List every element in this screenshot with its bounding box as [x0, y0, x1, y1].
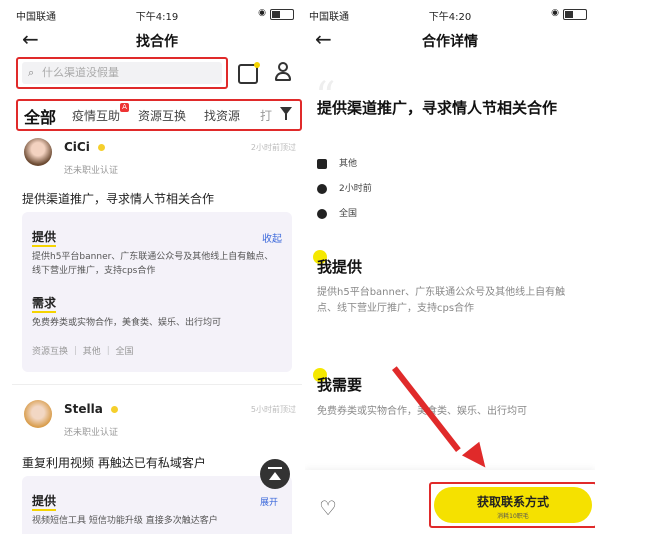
provide-text: 提供h5平台banner、广东联通公众号及其他线上自有触点、线下营业厅推广，支持…	[32, 252, 274, 276]
card-title[interactable]: 重复利用视频 再触达已有私域客户	[22, 454, 206, 471]
nav-bar: ← 合作详情	[305, 28, 595, 52]
favorite-heart-icon[interactable]: ♡	[319, 496, 337, 520]
category-icon	[317, 158, 327, 169]
level-badge-icon	[110, 406, 118, 413]
battery-icon	[563, 9, 587, 20]
card-title[interactable]: 提供渠道推广，寻求情人节相关合作	[22, 190, 214, 207]
avatar[interactable]	[24, 400, 52, 428]
provide-section-title: 我提供	[317, 258, 363, 276]
profile-icon[interactable]	[274, 62, 292, 82]
detail-title: 提供渠道推广，寻求情人节相关合作	[317, 99, 558, 117]
status-bar: 中国联通 下午4:19 ◉	[12, 0, 302, 28]
provide-label: 提供	[32, 494, 57, 511]
left-screen: 中国联通 下午4:19 ◉ ← 找合作 ⌕ 什么渠道没假量 全部 疫情互助 A …	[12, 0, 302, 534]
provide-label: 提供	[32, 230, 57, 247]
highlight-box-cta	[429, 482, 595, 528]
user-status: 还未职业认证	[64, 166, 119, 176]
list-item[interactable]: CiCi 还未职业认证 2小时前顶过 提供渠道推广，寻求情人节相关合作 提供 收…	[12, 134, 302, 384]
rotation-lock-icon: ◉	[258, 8, 266, 18]
list-item[interactable]: Stella 还未职业认证 5小时前顶过 重复利用视频 再触达已有私域客户 提供…	[12, 394, 302, 534]
card-panel: 提供 收起 提供h5平台banner、广东联通公众号及其他线上自有触点、线下营业…	[22, 212, 292, 372]
publish-icon[interactable]	[238, 62, 260, 84]
highlight-box-tabs	[16, 99, 302, 131]
provide-text: 视频短信工具 短信功能升级 直接多次触达客户	[32, 516, 218, 526]
divider	[12, 384, 302, 385]
tag-list: 资源互换 ｜ 其他 ｜ 全国	[32, 347, 134, 357]
page-title: 找合作	[136, 34, 178, 50]
post-time: 5小时前顶过	[250, 405, 296, 414]
collapse-link[interactable]: 收起	[262, 230, 282, 245]
expand-link[interactable]: 展开	[260, 495, 278, 508]
need-section-text: 免费券类或实物合作，美食类、娱乐、出行均可	[317, 406, 527, 417]
post-time: 2小时前顶过	[250, 143, 296, 152]
need-text: 免费券类或实物合作，美食类、娱乐、出行均可	[32, 318, 222, 328]
highlight-box-search	[16, 57, 228, 89]
level-badge-icon	[97, 144, 105, 151]
meta-category: 其他	[317, 156, 357, 169]
provide-section-text: 提供h5平台banner、广东联通公众号及其他线上自有触点、线下营业厅推广，支持…	[317, 287, 566, 314]
nav-bar: ← 找合作	[12, 28, 302, 52]
battery-icon	[270, 9, 294, 20]
rotation-lock-icon: ◉	[551, 8, 559, 18]
meta-time: 2小时前	[317, 181, 372, 194]
meta-region: 全国	[317, 206, 357, 219]
back-to-top-button[interactable]	[260, 459, 290, 489]
need-label: 需求	[32, 296, 57, 313]
username[interactable]: CiCi	[64, 140, 105, 154]
page-title: 合作详情	[422, 34, 478, 50]
right-screen: 中国联通 下午4:20 ◉ ← 合作详情 “ 提供渠道推广，寻求情人节相关合作 …	[305, 0, 595, 534]
avatar[interactable]	[24, 138, 52, 166]
clock-icon	[317, 183, 327, 194]
card-panel: 提供 视频短信工具 短信功能升级 直接多次触达客户	[22, 476, 292, 534]
user-status: 还未职业认证	[64, 428, 119, 438]
username[interactable]: Stella	[64, 402, 118, 416]
status-bar: 中国联通 下午4:20 ◉	[305, 0, 595, 28]
need-section-title: 我需要	[317, 376, 363, 394]
location-pin-icon	[317, 208, 327, 219]
